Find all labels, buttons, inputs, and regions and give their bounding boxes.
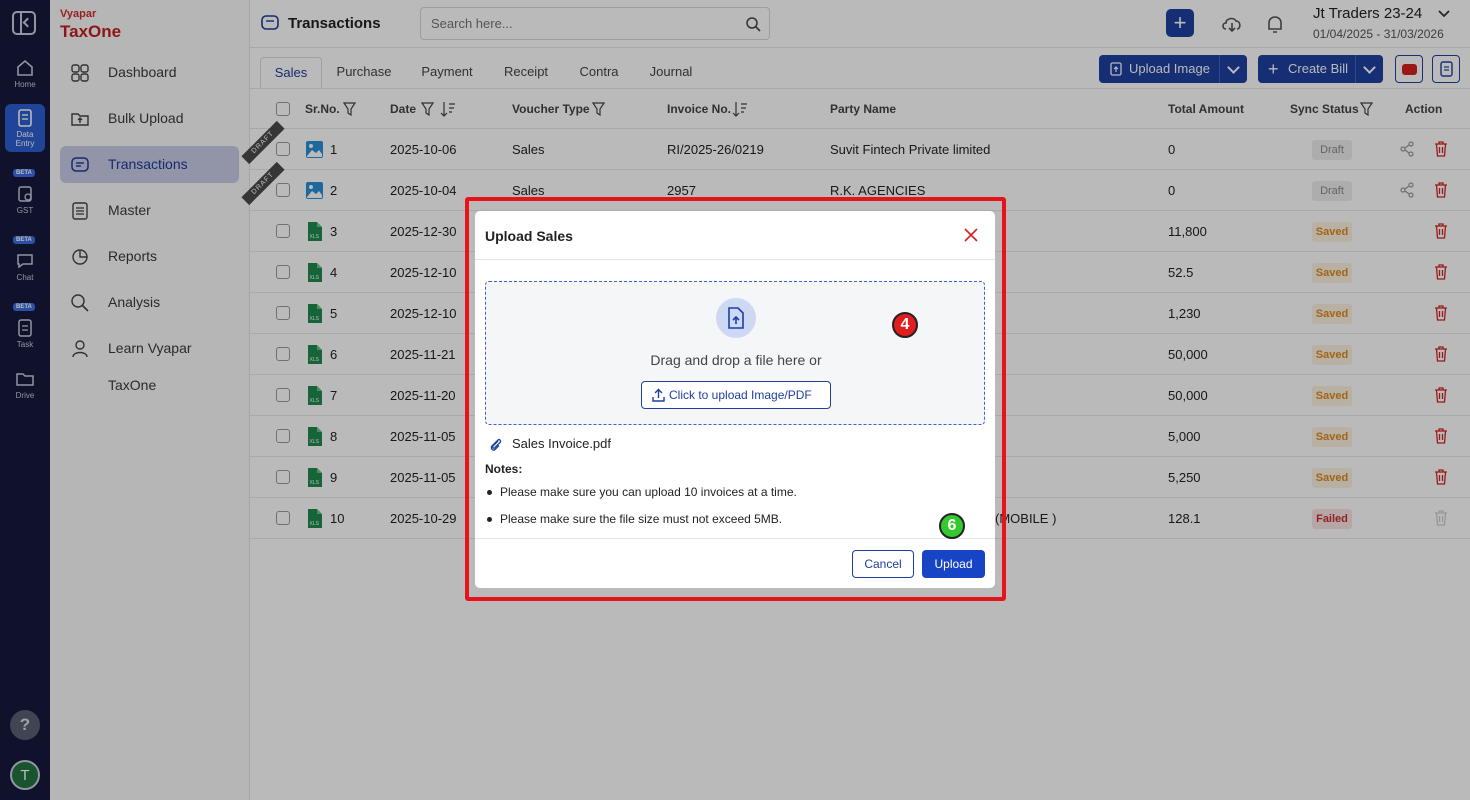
highlight-box — [465, 197, 1006, 601]
step-badge: 4 — [892, 312, 918, 338]
step-badge: 6 — [939, 513, 965, 539]
